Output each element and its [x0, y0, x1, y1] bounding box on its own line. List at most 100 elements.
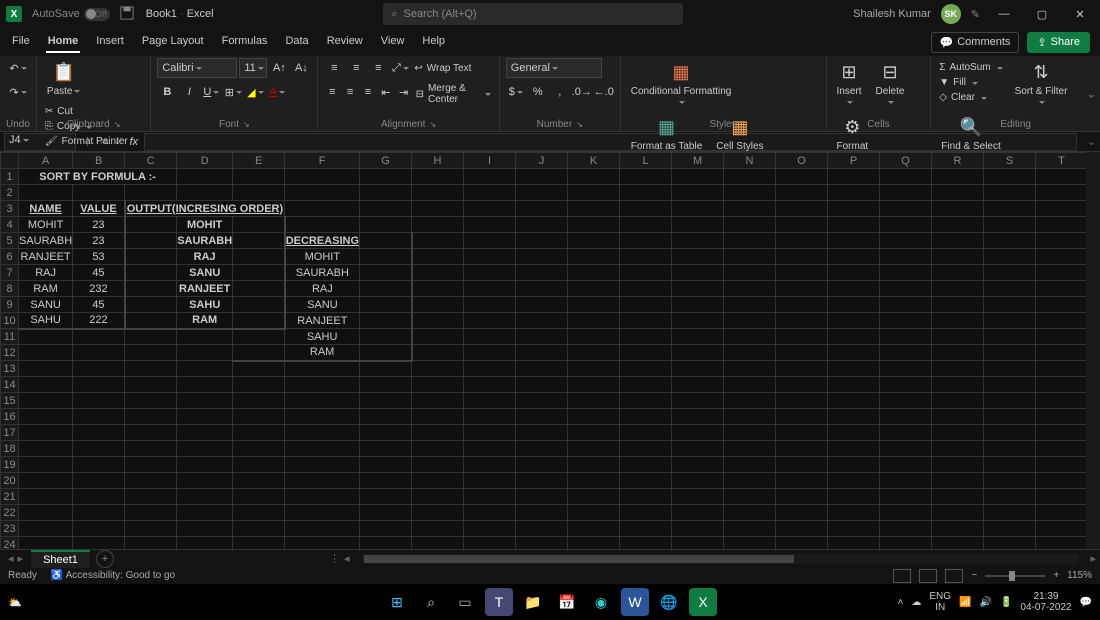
cell-M16[interactable] [672, 409, 724, 425]
cell-A4[interactable]: MOHIT [19, 217, 73, 233]
cell-L21[interactable] [620, 489, 672, 505]
cell-C18[interactable] [125, 441, 177, 457]
cell-Q18[interactable] [880, 441, 932, 457]
cell-O3[interactable] [776, 201, 828, 217]
wrap-text-button[interactable]: ↩Wrap Text [412, 58, 473, 78]
cell-S11[interactable] [984, 329, 1036, 345]
cell-R15[interactable] [932, 393, 984, 409]
cell-B4[interactable]: 23 [73, 217, 125, 233]
cell-A1[interactable]: SORT BY FORMULA :- [19, 169, 177, 185]
cell-I5[interactable] [464, 233, 516, 249]
cell-S1[interactable] [984, 169, 1036, 185]
font-color-button[interactable]: A [267, 82, 287, 102]
cell-D9[interactable]: SAHU [177, 297, 233, 313]
cell-I6[interactable] [464, 249, 516, 265]
undo-button[interactable]: ↶ [8, 58, 28, 78]
row-header-17[interactable]: 17 [1, 425, 19, 441]
cell-K6[interactable] [568, 249, 620, 265]
cell-H1[interactable] [412, 169, 464, 185]
cell-O5[interactable] [776, 233, 828, 249]
cell-R16[interactable] [932, 409, 984, 425]
dec-decimal-button[interactable]: ←.0 [594, 82, 614, 102]
cell-L7[interactable] [620, 265, 672, 281]
task-view-button[interactable]: ▭ [451, 588, 479, 616]
file-explorer-icon[interactable]: 📁 [519, 588, 547, 616]
cell-F14[interactable] [285, 377, 360, 393]
cell-I14[interactable] [464, 377, 516, 393]
col-header-O[interactable]: O [776, 153, 828, 169]
cell-E24[interactable] [233, 537, 285, 550]
cell-B12[interactable] [73, 345, 125, 361]
cell-L14[interactable] [620, 377, 672, 393]
cell-M2[interactable] [672, 185, 724, 201]
cell-Q5[interactable] [880, 233, 932, 249]
cell-E19[interactable] [233, 457, 285, 473]
save-icon[interactable] [120, 6, 136, 22]
cell-P7[interactable] [828, 265, 880, 281]
chrome-icon[interactable]: 🌐 [655, 588, 683, 616]
cell-R8[interactable] [932, 281, 984, 297]
cell-G24[interactable] [360, 537, 412, 550]
cell-T16[interactable] [1036, 409, 1088, 425]
cell-S8[interactable] [984, 281, 1036, 297]
col-header-M[interactable]: M [672, 153, 724, 169]
cell-D11[interactable] [177, 329, 233, 345]
cell-I18[interactable] [464, 441, 516, 457]
start-button[interactable]: ⊞ [383, 588, 411, 616]
cell-L24[interactable] [620, 537, 672, 550]
teams-icon[interactable]: T [485, 588, 513, 616]
row-header-2[interactable]: 2 [1, 185, 19, 201]
cell-D13[interactable] [177, 361, 233, 377]
cell-F10[interactable]: RANJEET [285, 313, 360, 329]
cell-L8[interactable] [620, 281, 672, 297]
cell-O21[interactable] [776, 489, 828, 505]
cell-M1[interactable] [672, 169, 724, 185]
row-header-6[interactable]: 6 [1, 249, 19, 265]
cell-L17[interactable] [620, 425, 672, 441]
cell-J5[interactable] [516, 233, 568, 249]
cell-A13[interactable] [19, 361, 73, 377]
cell-Q15[interactable] [880, 393, 932, 409]
sheet-tab[interactable]: Sheet1 [31, 550, 90, 568]
cell-P22[interactable] [828, 505, 880, 521]
sort-filter-button[interactable]: ⇅Sort & Filter [1011, 58, 1072, 107]
cell-E2[interactable] [233, 185, 285, 201]
cell-B18[interactable] [73, 441, 125, 457]
cell-S7[interactable] [984, 265, 1036, 281]
cell-O14[interactable] [776, 377, 828, 393]
cell-S14[interactable] [984, 377, 1036, 393]
cell-I20[interactable] [464, 473, 516, 489]
cell-N12[interactable] [724, 345, 776, 361]
cell-F1[interactable] [285, 169, 360, 185]
cell-P5[interactable] [828, 233, 880, 249]
cell-S9[interactable] [984, 297, 1036, 313]
cell-E1[interactable] [233, 169, 285, 185]
cell-H4[interactable] [412, 217, 464, 233]
cell-O17[interactable] [776, 425, 828, 441]
cell-B7[interactable]: 45 [73, 265, 125, 281]
cell-C5[interactable] [125, 233, 177, 249]
wifi-icon[interactable]: 📶 [959, 597, 971, 608]
cell-F2[interactable] [285, 185, 360, 201]
cell-O6[interactable] [776, 249, 828, 265]
cell-F21[interactable] [285, 489, 360, 505]
cell-S18[interactable] [984, 441, 1036, 457]
bold-button[interactable]: B [157, 82, 177, 102]
cell-P17[interactable] [828, 425, 880, 441]
cell-M8[interactable] [672, 281, 724, 297]
row-header-20[interactable]: 20 [1, 473, 19, 489]
cell-K19[interactable] [568, 457, 620, 473]
cell-I23[interactable] [464, 521, 516, 537]
cell-R10[interactable] [932, 313, 984, 329]
cell-C22[interactable] [125, 505, 177, 521]
volume-icon[interactable]: 🔊 [979, 597, 991, 608]
cell-N23[interactable] [724, 521, 776, 537]
cell-G16[interactable] [360, 409, 412, 425]
cell-D16[interactable] [177, 409, 233, 425]
cell-T22[interactable] [1036, 505, 1088, 521]
cell-H9[interactable] [412, 297, 464, 313]
cell-L3[interactable] [620, 201, 672, 217]
cell-D12[interactable] [177, 345, 233, 361]
col-header-G[interactable]: G [360, 153, 412, 169]
cell-A18[interactable] [19, 441, 73, 457]
